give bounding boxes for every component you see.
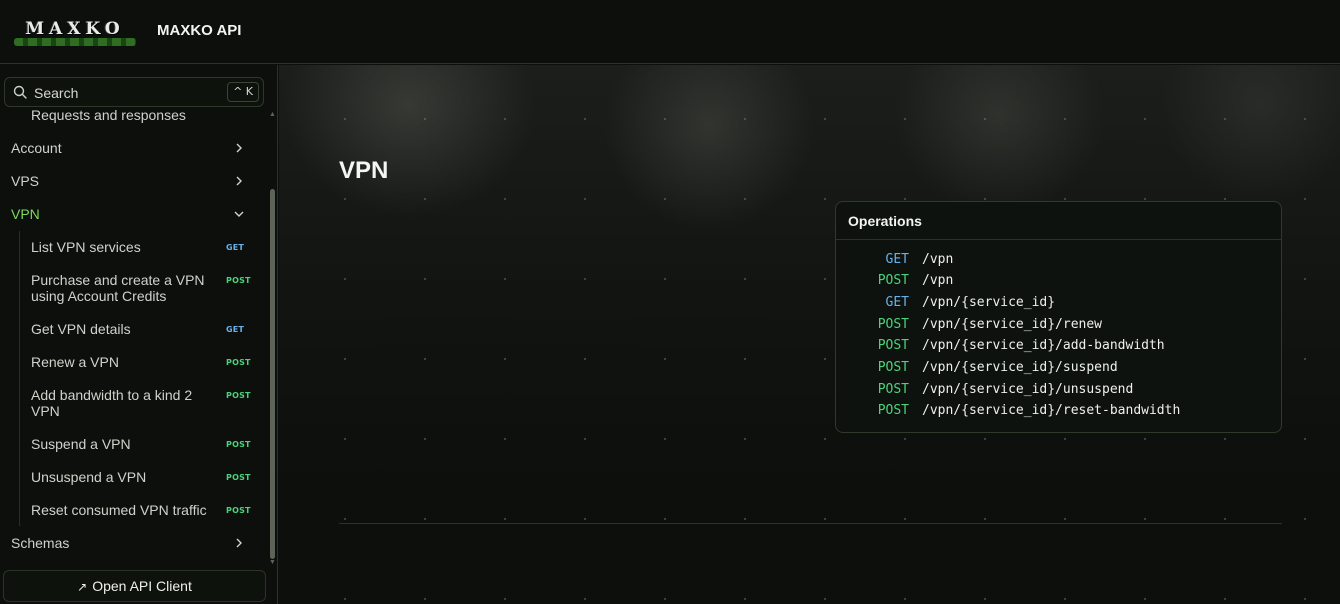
operation-method: POST [877,360,909,375]
sidebar-item-label: List VPN services [31,239,141,255]
operation-path: /vpn [922,252,954,267]
maxko-logo[interactable]: MAXKO [12,12,138,46]
top-header: MAXKO MAXKO API [0,0,1340,64]
scroll-up-arrow-icon[interactable]: ▲ [269,111,276,118]
chevron-right-icon [236,538,242,548]
sidebar-item-schemas[interactable]: Schemas [0,535,262,553]
sidebar-item-reset-vpn-traffic[interactable]: Reset consumed VPN traffic POST [0,502,262,520]
method-badge-post: POST [226,473,251,482]
sidebar-item-list-vpn-services[interactable]: List VPN services GET [0,239,262,257]
method-badge-post: POST [226,276,251,285]
operations-title: Operations [848,213,922,229]
sidebar-item-label: VPN [11,206,40,222]
operation-path: /vpn [922,273,954,288]
sidebar-item-label: VPS [11,173,40,189]
logo-base-decoration [14,38,136,46]
operation-row[interactable]: POST /vpn/{service_id}/add-bandwidth [836,338,1281,358]
operation-path: /vpn/{service_id}/suspend [922,360,1118,375]
method-badge-post: POST [226,391,251,400]
sidebar-item-suspend-vpn[interactable]: Suspend a VPN POST [0,436,262,454]
sidebar-item-get-vpn-details[interactable]: Get VPN details GET [0,321,262,339]
sidebar-item-label: Suspend a VPN [31,436,131,452]
operation-row[interactable]: GET /vpn [836,252,1281,272]
sidebar-item-label: Unsuspend a VPN [31,469,147,485]
search-input[interactable] [32,82,226,104]
sidebar-item-purchase-vpn[interactable]: Purchase and create a VPN using Account … [0,272,262,306]
operation-method: POST [877,338,909,353]
operation-path: /vpn/{service_id}/renew [922,317,1103,332]
method-badge-get: GET [226,243,245,252]
operation-method: POST [877,317,909,332]
operation-method: POST [877,273,909,288]
sidebar-item-label: Schemas [11,535,70,551]
sidebar-item-requests-and-responses[interactable]: Requests and responses [0,107,262,125]
operation-method: GET [885,252,909,267]
operation-row[interactable]: POST /vpn [836,273,1281,293]
operation-row[interactable]: POST /vpn/{service_id}/reset-bandwidth [836,403,1281,423]
operation-path: /vpn/{service_id}/unsuspend [922,382,1134,397]
sidebar-item-label: Get VPN details [31,321,131,337]
section-divider [339,523,1282,524]
operation-row[interactable]: POST /vpn/{service_id}/suspend [836,360,1281,380]
sidebar: ^ K ▲ ▼ Requests and responses Account V… [0,65,278,604]
sidebar-item-label: Requests and responses [31,107,186,123]
sidebar-item-unsuspend-vpn[interactable]: Unsuspend a VPN POST [0,469,262,487]
sidebar-item-add-bandwidth[interactable]: Add bandwidth to a kind 2 VPN POST [0,387,262,421]
method-badge-post: POST [226,358,251,367]
sidebar-item-vps[interactable]: VPS [0,173,262,191]
scroll-down-arrow-icon[interactable]: ▼ [269,559,276,566]
search-shortcut-hint: ^ K [227,82,259,102]
sidebar-scrollbar[interactable] [270,189,275,559]
open-api-client-button[interactable]: ↗ Open API Client [3,570,266,602]
operation-path: /vpn/{service_id} [922,295,1056,310]
sidebar-item-label: Add bandwidth to a kind 2 VPN [31,387,193,419]
sidebar-item-label: Renew a VPN [31,354,119,370]
chevron-right-icon [236,143,242,153]
site-title[interactable]: MAXKO API [157,22,241,39]
search-box[interactable]: ^ K [4,77,264,107]
operation-path: /vpn/{service_id}/reset-bandwidth [922,403,1181,418]
chevron-right-icon [236,176,242,186]
operation-row[interactable]: GET /vpn/{service_id} [836,295,1281,315]
page-title: VPN [339,157,389,184]
search-icon [13,85,27,99]
operations-header: Operations [836,202,1281,240]
operation-path: /vpn/{service_id}/add-bandwidth [922,338,1165,353]
operation-method: POST [877,382,909,397]
operation-row[interactable]: POST /vpn/{service_id}/renew [836,317,1281,337]
open-api-client-label: Open API Client [92,578,192,594]
arrow-up-right-icon: ↗ [77,580,88,594]
method-badge-post: POST [226,440,251,449]
operation-method: POST [877,403,909,418]
sidebar-item-label: Reset consumed VPN traffic [31,502,207,518]
chevron-down-icon [234,211,244,217]
method-badge-get: GET [226,325,245,334]
method-badge-post: POST [226,506,251,515]
logo-wordmark: MAXKO [25,19,125,39]
vpn-group-indent-line [19,231,20,526]
sidebar-item-label: Account [11,140,62,156]
sidebar-item-vpn[interactable]: VPN [0,206,262,224]
operations-panel: Operations GET /vpn POST /vpn GET /vpn/{… [835,201,1282,433]
operation-method: GET [885,295,909,310]
operation-row[interactable]: POST /vpn/{service_id}/unsuspend [836,382,1281,402]
main-content: VPN Operations GET /vpn POST /vpn GET /v… [279,65,1340,604]
sidebar-item-account[interactable]: Account [0,140,262,158]
sidebar-item-renew-vpn[interactable]: Renew a VPN POST [0,354,262,372]
sidebar-item-label: Purchase and create a VPN using Account … [31,272,205,304]
